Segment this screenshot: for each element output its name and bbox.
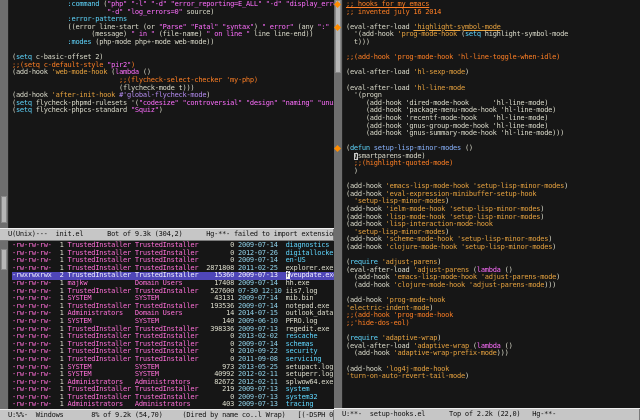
text-run: 'adjust-parens-mode [469, 281, 544, 289]
text-run: (php-mode php+-mode web-mode)) [91, 38, 214, 46]
text-run: (add-hook [346, 349, 394, 357]
buffer-line: (add-hook 'clojure-mode-hook 'setup-lisp… [346, 244, 640, 252]
text-run: 'clojure-mode-hook [386, 243, 457, 251]
text-run: () [461, 144, 473, 152]
text-run: ) [564, 182, 568, 190]
modeline-dired[interactable]: U:%%- Windows 8% of 9.2k (54,70) (Dired … [0, 409, 334, 420]
buffer-line: ;; invented july 16 2014 [346, 9, 640, 17]
window-dired-windows[interactable]: -rw-rw-rw- 1 TrustedInstaller TrustedIns… [0, 241, 334, 409]
text-run: (add-hook [346, 281, 394, 289]
text-run: setq [465, 30, 481, 38]
buffer-init-el[interactable]: :command ("php" "-l" "-d" "error_reporti… [9, 0, 334, 228]
buffer-setup-hooks[interactable]: ;; hooks for my emacs;; invented july 16… [343, 0, 640, 408]
text-run: setq [16, 106, 32, 114]
buffer-line: ;;'hide-dos-eol) [346, 320, 640, 328]
text-run: Administrators [135, 400, 198, 408]
modeline-init-el[interactable]: U(Unix)--- init.el Bot of 9.3k (304,2) H… [0, 228, 334, 241]
text-run: 2009-07-13 [234, 400, 282, 408]
text-run [12, 38, 68, 46]
buffer-line: '(add-hook 'prog-mode-hook (setq highlig… [346, 31, 640, 39]
buffer-line: (eval-after-load 'hl-line-mode [346, 85, 640, 93]
buffer-line: ;;(add-hook 'prog-mode-hook 'hl-line-tog… [346, 54, 640, 62]
bookmark-marker-icon [334, 145, 341, 152]
text-run: Administrators [68, 400, 135, 408]
text-run: flycheck-phpcs-standard [32, 106, 131, 114]
text-run: ) [556, 273, 560, 281]
text-run: ) [465, 372, 469, 380]
emacs-frame: :command ("php" "-l" "-d" "error_reporti… [0, 0, 640, 420]
scrollbar-thumb[interactable] [1, 196, 7, 223]
text-run: "controversial" [183, 99, 242, 107]
text-run: ) [159, 106, 163, 114]
buffer-line: (add-hook 'gnus-summary-mode-hook 'hl-li… [346, 130, 640, 138]
inactive-cursor [354, 153, 358, 160]
buffer-line: t))) [346, 39, 640, 47]
dired-row[interactable]: -rw-rw-rw- 1 Administrators Administrato… [12, 401, 334, 409]
buffer-line: :modes (php-mode php+-mode web-mode)) [12, 39, 334, 47]
scrollbar-thumb[interactable] [1, 249, 7, 269]
buffer-line: (eval-after-load 'hl-sexp-mode) [346, 69, 640, 77]
text-run: source) [183, 8, 215, 16]
text-run: 'prog-mode-hook [398, 30, 457, 38]
scrollbar-init-el[interactable] [0, 0, 9, 228]
text-run: highlight-symbol-mode [481, 30, 568, 38]
buffer-line: ;;(highlight-quoted-mode) [346, 160, 640, 168]
text-run: (add-hook 'gnus-summary-mode-hook 'hl-li… [346, 129, 564, 137]
text-run: ":" [317, 23, 329, 31]
buffer-line: (add-hook 'adaptive-wrap-prefix-mode))) [346, 350, 640, 358]
text-run: "Squiz" [131, 106, 159, 114]
right-column: ;; hooks for my emacs;; invented july 16… [334, 0, 640, 420]
file-name[interactable]: tracing [282, 400, 314, 408]
buffer-line: (setq flycheck-phpcs-standard "Squiz") [12, 107, 334, 115]
text-run: (eval-after-load [346, 68, 413, 76]
text-run: "-d" [266, 0, 282, 8]
text-run: 'hl-line-mode [413, 84, 465, 92]
text-run: -rw-rw-rw- [12, 400, 52, 408]
text-run: ) [552, 243, 556, 251]
text-run: ;;'hide-dos-eol) [346, 319, 409, 327]
text-run: ))) [544, 281, 556, 289]
text-run: 'turn-on-auto-revert-tail-mode [346, 372, 465, 380]
text-run: "log_errors=0" [127, 8, 183, 16]
window-setup-hooks[interactable]: ;; hooks for my emacs;; invented july 16… [334, 0, 640, 408]
text-run: 'setup-lisp-minor-modes [461, 243, 552, 251]
text-run: (add-hook [346, 243, 386, 251]
scrollbar-setup-hooks[interactable] [334, 0, 343, 408]
text-run: ;;(highlight-quoted-mode) [346, 159, 453, 167]
buffer-dired-windows[interactable]: -rw-rw-rw- 1 TrustedInstaller TrustedIns… [9, 241, 334, 409]
scrollbar-thumb[interactable] [335, 0, 341, 73]
text-run: 403 [198, 400, 234, 408]
text-run: line line-end)) [250, 30, 313, 38]
text-run: 'adaptive-wrap-prefix-mode [394, 349, 497, 357]
left-column: :command ("php" "-l" "-d" "error_reporti… [0, 0, 334, 420]
text-run: 1 [52, 400, 68, 408]
buffer-line: (add-hook 'clojure-mode-hook 'adjust-par… [346, 282, 640, 290]
text-run: ))) [497, 349, 509, 357]
text-run: "unusedcode" [317, 99, 334, 107]
text-run: ;; invented july 16 2014 [346, 8, 441, 16]
text-run: "design" [246, 99, 278, 107]
scrollbar-dired[interactable] [0, 241, 9, 409]
text-run: ) [465, 68, 469, 76]
text-run: "display_errors=1" [286, 0, 334, 8]
window-init-el[interactable]: :command ("php" "-l" "-d" "error_reporti… [0, 0, 334, 228]
text-run: 'hl-sexp-mode [413, 68, 465, 76]
modeline-setup-hooks[interactable]: U:**- setup-hooks.el Top of 2.2k (22,0) … [334, 408, 640, 420]
text-run: :modes [68, 38, 92, 46]
text-run: ( [457, 30, 465, 38]
text-run: ;;(add-hook 'prog-mode-hook 'hl-line-tog… [346, 53, 560, 61]
text-run: "naming" [282, 99, 314, 107]
buffer-line: 'turn-on-auto-revert-tail-mode) [346, 373, 640, 381]
text-run: 'clojure-mode-hook [394, 281, 465, 289]
text-run: ) [540, 213, 544, 221]
buffer-line: ) [346, 168, 640, 176]
